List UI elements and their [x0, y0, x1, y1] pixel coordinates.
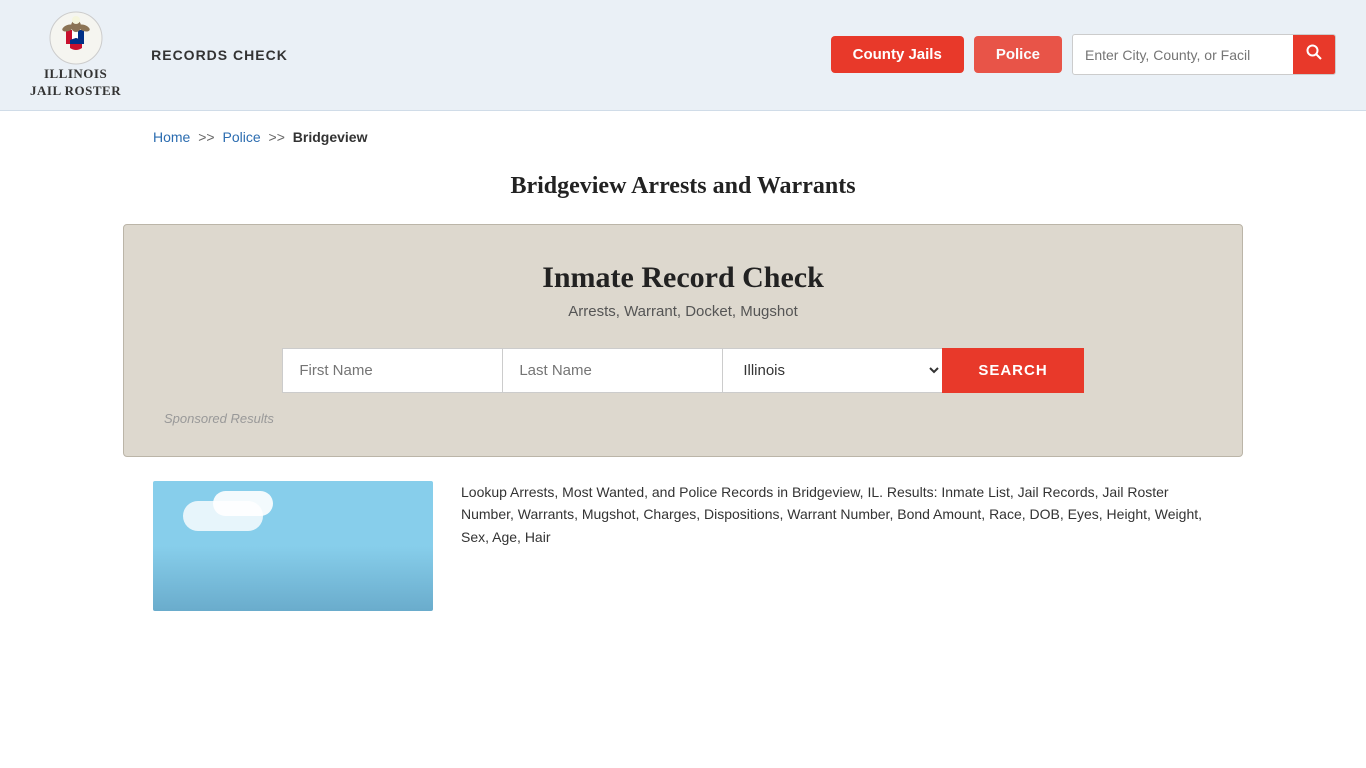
header-left: ILLINOIS JAIL ROSTER RECORDS CHECK	[30, 10, 288, 100]
inmate-search-button[interactable]: SEARCH	[942, 348, 1083, 393]
header-search-bar	[1072, 34, 1336, 75]
breadcrumb-sep1: >>	[198, 129, 214, 145]
first-name-input[interactable]	[282, 348, 502, 393]
police-button[interactable]: Police	[974, 36, 1062, 73]
search-fields: Illinois Alabama Alaska Arizona Arkansas…	[164, 348, 1202, 393]
sponsored-label: Sponsored Results	[164, 411, 1202, 426]
state-select[interactable]: Illinois Alabama Alaska Arizona Arkansas…	[722, 348, 942, 393]
county-jails-button[interactable]: County Jails	[831, 36, 964, 73]
inmate-search-title: Inmate Record Check	[164, 261, 1202, 295]
header-search-input[interactable]	[1073, 38, 1293, 72]
breadcrumb-home-link[interactable]: Home	[153, 129, 190, 145]
content-image	[153, 481, 433, 611]
cloud-decoration-2	[213, 491, 273, 516]
last-name-input[interactable]	[502, 348, 722, 393]
breadcrumb-police-link[interactable]: Police	[223, 129, 261, 145]
header-search-button[interactable]	[1293, 35, 1335, 74]
page-title-area: Bridgeview Arrests and Warrants	[123, 153, 1243, 224]
logo-text: ILLINOIS JAIL ROSTER	[30, 66, 121, 100]
search-icon	[1306, 44, 1322, 60]
inmate-search-subtitle: Arrests, Warrant, Docket, Mugshot	[164, 303, 1202, 320]
records-check-link[interactable]: RECORDS CHECK	[151, 47, 288, 63]
content-area: Lookup Arrests, Most Wanted, and Police …	[123, 481, 1243, 641]
site-header: ILLINOIS JAIL ROSTER RECORDS CHECK Count…	[0, 0, 1366, 111]
description-text: Lookup Arrests, Most Wanted, and Police …	[461, 481, 1213, 548]
header-right: County Jails Police	[831, 34, 1336, 75]
breadcrumb-current: Bridgeview	[293, 129, 368, 145]
main-wrapper: Home >> Police >> Bridgeview Bridgeview …	[103, 111, 1263, 641]
breadcrumb: Home >> Police >> Bridgeview	[123, 111, 1243, 153]
breadcrumb-sep2: >>	[269, 129, 285, 145]
state-seal-icon	[48, 10, 104, 66]
inmate-search-section: Inmate Record Check Arrests, Warrant, Do…	[123, 224, 1243, 457]
page-title: Bridgeview Arrests and Warrants	[153, 173, 1213, 200]
logo-link[interactable]: ILLINOIS JAIL ROSTER	[30, 10, 121, 100]
